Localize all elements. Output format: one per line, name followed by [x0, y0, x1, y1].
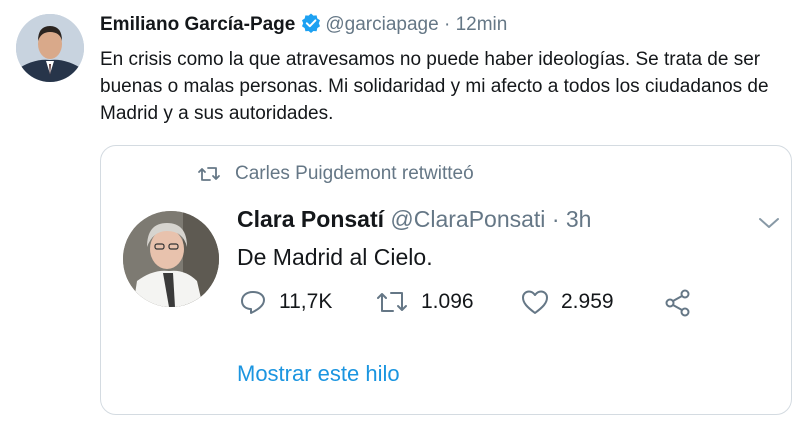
- show-thread-link[interactable]: Mostrar este hilo: [237, 361, 400, 387]
- retweet-context-icon: [198, 167, 220, 181]
- retweet-context: Carles Puigdemont retwitteó: [197, 163, 474, 185]
- retweet-button[interactable]: 1.096: [375, 289, 474, 315]
- quoted-tweet-text: De Madrid al Cielo.: [237, 244, 433, 270]
- quoted-author-name[interactable]: Clara Ponsatí: [237, 206, 384, 232]
- author-name[interactable]: Emiliano García-Page: [100, 14, 295, 35]
- retweet-icon: [377, 292, 407, 312]
- retweet-label[interactable]: Carles Puigdemont retwitteó: [235, 163, 474, 184]
- quoted-tweet-time[interactable]: 3h: [566, 206, 592, 232]
- retweet-count: 1.096: [421, 290, 474, 313]
- quoted-author-avatar[interactable]: [123, 211, 219, 307]
- tweet-header: Emiliano García-Page @garciapage · 12min: [100, 13, 507, 39]
- author-handle[interactable]: @garciapage: [325, 14, 438, 35]
- tweet-time[interactable]: 12min: [456, 14, 508, 35]
- author-avatar[interactable]: [16, 14, 84, 82]
- quoted-author-handle[interactable]: @ClaraPonsati: [390, 206, 545, 232]
- quoted-tweet-card[interactable]: Carles Puigdemont retwitteó Clara Ponsat…: [100, 145, 792, 415]
- chevron-down-icon[interactable]: [758, 216, 780, 235]
- reply-button[interactable]: 11,7K: [239, 289, 332, 315]
- quoted-header-separator: ·: [551, 206, 560, 232]
- heart-icon: [522, 290, 548, 314]
- like-button[interactable]: 2.959: [521, 289, 614, 315]
- share-icon: [665, 289, 690, 317]
- header-separator: ·: [443, 14, 451, 35]
- tweet-text: En crisis como la que atravesamos no pue…: [100, 49, 769, 124]
- quoted-header: Clara Ponsatí @ClaraPonsati · 3h: [237, 206, 591, 233]
- like-count: 2.959: [561, 290, 614, 313]
- reply-count: 11,7K: [279, 290, 333, 313]
- reply-icon: [241, 291, 265, 314]
- share-button[interactable]: [663, 289, 705, 317]
- verified-badge-icon: [301, 13, 321, 39]
